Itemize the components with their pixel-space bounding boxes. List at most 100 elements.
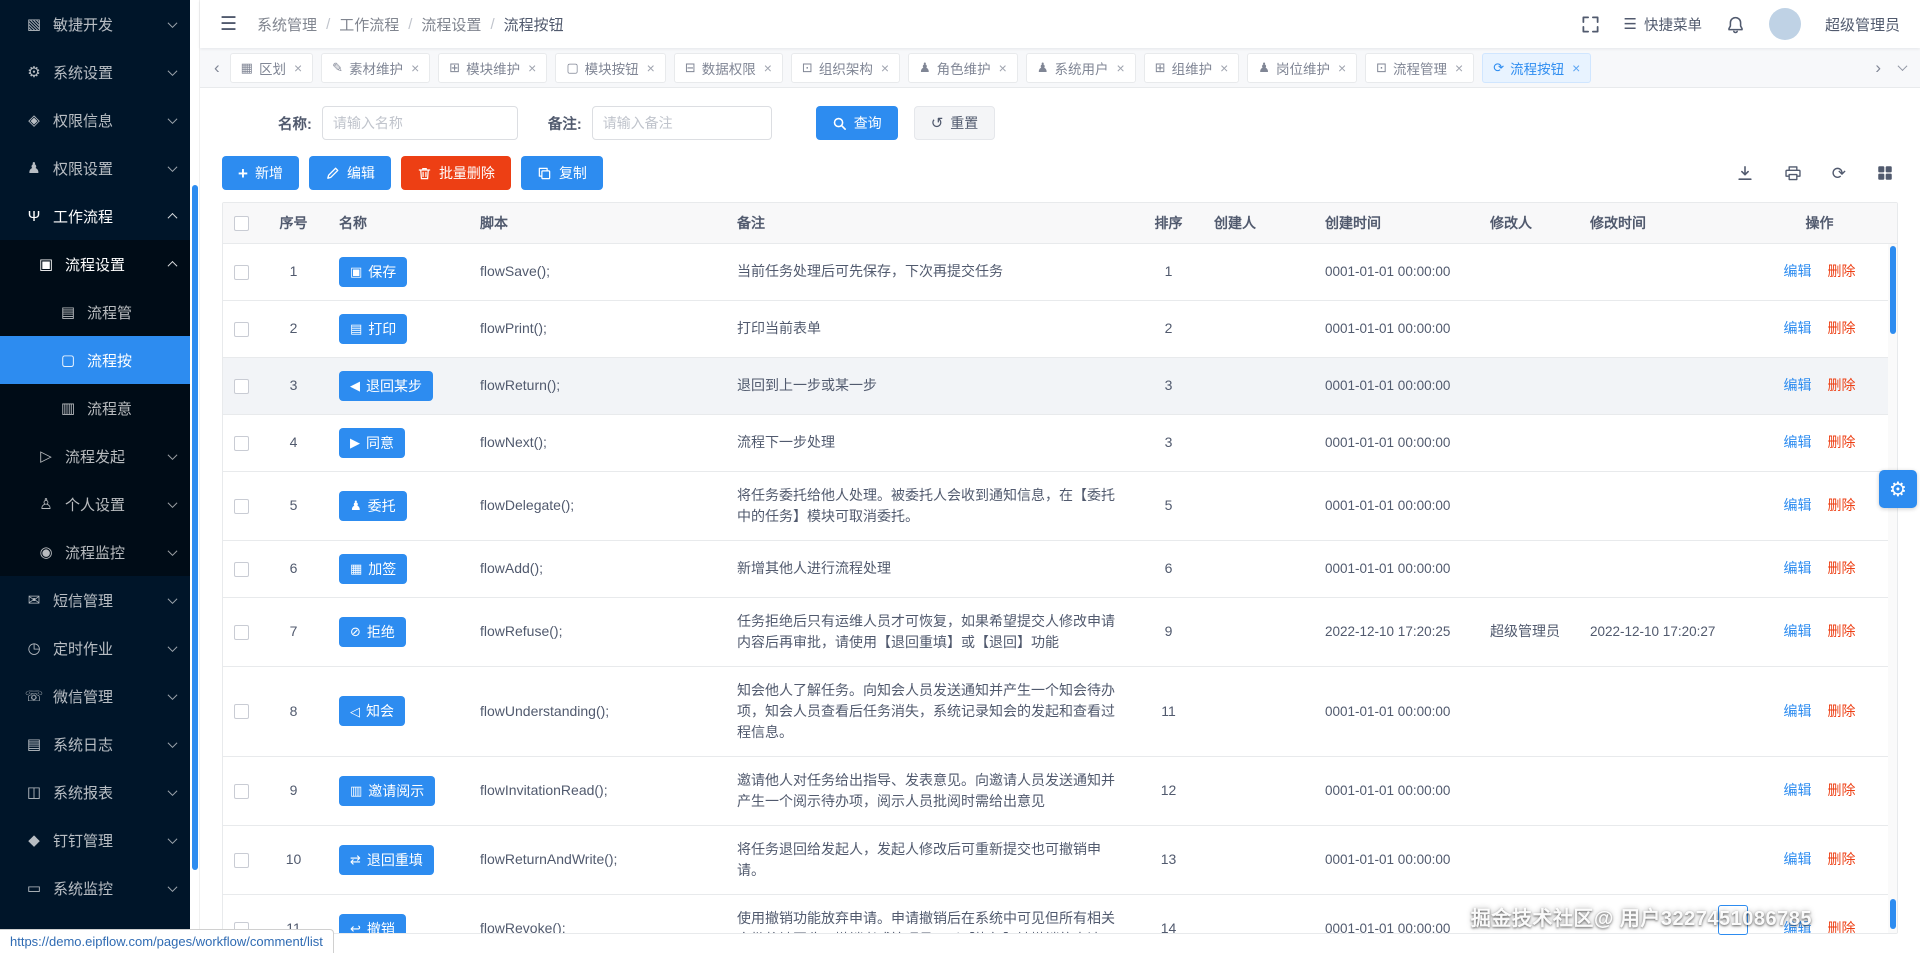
fullscreen-icon[interactable]: [1581, 15, 1600, 34]
edit-button[interactable]: 编辑: [308, 156, 391, 190]
column-settings-icon[interactable]: [1876, 164, 1894, 182]
sidebar-item[interactable]: ▢ 流程按: [0, 336, 190, 384]
flow-action-button[interactable]: ⊘ 拒绝: [339, 616, 406, 647]
tab-close-icon[interactable]: ×: [294, 60, 302, 76]
table-scrollbar[interactable]: [1888, 244, 1897, 933]
sidebar-item[interactable]: ▥ 流程意: [0, 384, 190, 432]
tab-close-icon[interactable]: ×: [999, 60, 1007, 76]
row-checkbox[interactable]: [234, 435, 249, 451]
sidebar-item[interactable]: ▷ 流程发起: [0, 432, 190, 480]
tab-close-icon[interactable]: ×: [647, 60, 655, 76]
tab-item[interactable]: ▦ 区划 ×: [229, 52, 314, 83]
flow-action-button[interactable]: ◁ 知会: [339, 696, 405, 726]
sidebar-item[interactable]: ◉ 流程监控: [0, 528, 190, 576]
edit-link[interactable]: 编辑: [1784, 434, 1812, 450]
flow-action-button[interactable]: ▥ 邀请阅示: [339, 775, 436, 806]
sidebar-item[interactable]: ▭ 系统监控: [0, 864, 190, 912]
breadcrumb-item[interactable]: 系统管理: [257, 14, 317, 35]
edit-link[interactable]: 编辑: [1784, 560, 1812, 576]
sidebar-item[interactable]: ▤ 流程管: [0, 288, 190, 336]
settings-gear-button[interactable]: ⚙: [1879, 470, 1917, 508]
tab-close-icon[interactable]: ×: [881, 60, 889, 76]
delete-link[interactable]: 删除: [1828, 560, 1856, 576]
sidebar-item[interactable]: ✉ 短信管理: [0, 576, 190, 624]
tab-item[interactable]: ⊡ 流程管理 ×: [1365, 52, 1475, 83]
tabs-dropdown-icon[interactable]: [1891, 61, 1908, 72]
breadcrumb-item[interactable]: 流程按钮: [504, 14, 564, 35]
edit-link[interactable]: 编辑: [1784, 623, 1812, 639]
tab-close-icon[interactable]: ×: [411, 60, 419, 76]
remark-filter-input[interactable]: [591, 106, 772, 140]
flow-action-button[interactable]: ◀ 退回某步: [339, 370, 433, 401]
flow-action-button[interactable]: ⇄ 退回重填: [339, 844, 434, 875]
tab-close-icon[interactable]: ×: [764, 60, 772, 76]
sidebar-item[interactable]: ◆ 钉钉管理: [0, 816, 190, 864]
reset-button[interactable]: ↺ 重置: [913, 106, 996, 140]
delete-link[interactable]: 删除: [1828, 497, 1856, 513]
table-scrollbar-thumb-bottom[interactable]: [1889, 899, 1896, 929]
tab-item[interactable]: ⊟ 数据权限 ×: [673, 52, 783, 83]
delete-link[interactable]: 删除: [1828, 377, 1856, 393]
select-all-checkbox[interactable]: [234, 216, 249, 232]
tab-item[interactable]: ⊞ 模块维护 ×: [438, 52, 548, 83]
tab-item[interactable]: ♟ 系统用户 ×: [1025, 52, 1136, 83]
sidebar-item[interactable]: ◈ 权限信息: [0, 96, 190, 144]
tab-item[interactable]: ♟ 岗位维护 ×: [1247, 52, 1358, 83]
edit-link[interactable]: 编辑: [1784, 703, 1812, 719]
tab-item[interactable]: ✎ 素材维护 ×: [321, 52, 431, 83]
download-icon[interactable]: [1736, 164, 1754, 182]
delete-link[interactable]: 删除: [1828, 851, 1856, 867]
breadcrumb-item[interactable]: 流程设置: [421, 14, 481, 35]
sidebar-item[interactable]: ◫ 系统报表: [0, 768, 190, 816]
menu-collapse-icon[interactable]: ☰: [220, 13, 237, 36]
sidebar-item[interactable]: ▧ 敏捷开发: [0, 0, 190, 48]
refresh-icon[interactable]: ⟳: [1832, 165, 1846, 182]
edit-link[interactable]: 编辑: [1784, 782, 1812, 798]
row-checkbox[interactable]: [234, 783, 249, 799]
edit-link[interactable]: 编辑: [1784, 263, 1812, 279]
flow-action-button[interactable]: ▤ 打印: [339, 313, 408, 344]
row-checkbox[interactable]: [234, 561, 249, 577]
sidebar-item[interactable]: Ψ 工作流程: [0, 192, 190, 240]
row-checkbox[interactable]: [234, 852, 249, 868]
quick-menu-button[interactable]: ☰ 快捷菜单: [1624, 14, 1702, 35]
flow-action-button[interactable]: ▶ 同意: [339, 427, 405, 458]
sidebar-item[interactable]: ♙ 个人设置: [0, 480, 190, 528]
flow-action-button[interactable]: ▦ 加签: [339, 553, 408, 584]
sidebar-item[interactable]: ◷ 定时作业: [0, 624, 190, 672]
row-checkbox[interactable]: [234, 704, 249, 720]
delete-link[interactable]: 删除: [1828, 920, 1856, 933]
tab-close-icon[interactable]: ×: [1455, 60, 1463, 76]
edit-link[interactable]: 编辑: [1784, 497, 1812, 513]
delete-link[interactable]: 删除: [1828, 623, 1856, 639]
edit-link[interactable]: 编辑: [1784, 851, 1812, 867]
copy-button[interactable]: 复制: [520, 156, 603, 190]
batch-delete-button[interactable]: 批量删除: [400, 156, 511, 190]
sidebar-item[interactable]: ☏ 微信管理: [0, 672, 190, 720]
tab-close-icon[interactable]: ×: [1220, 60, 1228, 76]
tab-item[interactable]: ⊞ 组维护 ×: [1143, 52, 1240, 83]
add-button[interactable]: + 新增: [222, 156, 299, 190]
edit-link[interactable]: 编辑: [1784, 377, 1812, 393]
row-checkbox[interactable]: [234, 321, 249, 337]
delete-link[interactable]: 删除: [1828, 703, 1856, 719]
row-checkbox[interactable]: [234, 378, 249, 394]
print-icon[interactable]: [1784, 164, 1802, 182]
delete-link[interactable]: 删除: [1828, 782, 1856, 798]
tabs-scroll-right-icon[interactable]: ›: [1875, 59, 1881, 76]
row-checkbox[interactable]: [234, 624, 249, 640]
sidebar-item[interactable]: ▣ 流程设置: [0, 240, 190, 288]
tab-item[interactable]: ⟳ 流程按钮 ×: [1482, 52, 1592, 83]
delete-link[interactable]: 删除: [1828, 434, 1856, 450]
name-filter-input[interactable]: [321, 106, 518, 140]
notification-bell-icon[interactable]: [1726, 15, 1745, 34]
sidebar-item[interactable]: ♟ 权限设置: [0, 144, 190, 192]
row-checkbox[interactable]: [234, 498, 249, 514]
row-checkbox[interactable]: [234, 264, 249, 280]
sidebar-scrollbar[interactable]: [190, 0, 200, 953]
tab-item[interactable]: ♟ 角色维护 ×: [908, 52, 1018, 83]
tab-close-icon[interactable]: ×: [1117, 60, 1125, 76]
sidebar-item[interactable]: ⚙ 系统设置: [0, 48, 190, 96]
tab-item[interactable]: ▢ 模块按钮 ×: [555, 52, 666, 83]
tab-close-icon[interactable]: ×: [1572, 60, 1580, 76]
